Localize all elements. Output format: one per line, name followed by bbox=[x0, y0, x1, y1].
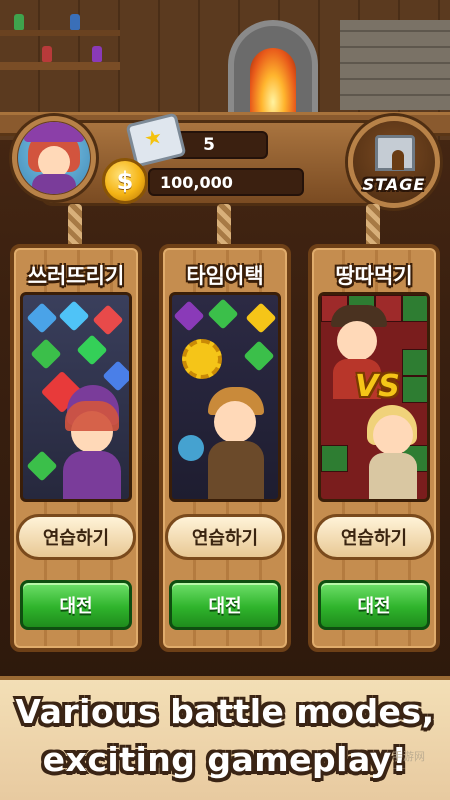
gem-icon bbox=[245, 302, 277, 334]
territory-tile bbox=[402, 349, 427, 376]
gem-icon bbox=[58, 300, 90, 332]
mode-title: 땅따먹기 bbox=[335, 264, 413, 288]
territory-tile bbox=[321, 445, 348, 472]
mode-card-territory: 땅따먹기 VS 연습하기 대전 bbox=[308, 204, 440, 652]
territory-tile bbox=[402, 376, 427, 403]
mode-card-knockdown: 쓰러뜨리기 연습하기 대전 bbox=[10, 204, 142, 652]
pilot-body bbox=[208, 441, 264, 499]
mode-title: 타임어택 bbox=[186, 264, 264, 288]
mode-title: 쓰러뜨리기 bbox=[27, 264, 125, 288]
versus-badge: VS bbox=[355, 369, 400, 404]
blonde-body bbox=[369, 453, 417, 499]
watermark: 手游网 bbox=[392, 750, 425, 763]
blonde-face bbox=[373, 415, 413, 455]
castle-icon bbox=[375, 135, 415, 171]
battle-button[interactable]: 대전 bbox=[169, 580, 281, 630]
gold-amount: 100,000 bbox=[148, 168, 304, 196]
promo-headline-line1: Various battle modes, bbox=[15, 692, 435, 731]
gem-icon bbox=[207, 298, 239, 330]
avatar[interactable] bbox=[18, 122, 90, 194]
battle-button[interactable]: 대전 bbox=[318, 580, 430, 630]
mode-artwork: VS bbox=[318, 292, 430, 502]
gem-icon bbox=[243, 340, 275, 372]
practice-button[interactable]: 연습하기 bbox=[16, 514, 136, 560]
bottle-icon bbox=[14, 14, 24, 30]
practice-button[interactable]: 연습하기 bbox=[165, 514, 285, 560]
gem-icon bbox=[173, 300, 205, 332]
upper-shelf bbox=[0, 30, 120, 36]
territory-tile bbox=[402, 295, 427, 322]
gem-icon bbox=[26, 302, 58, 334]
coin-icon: $ bbox=[102, 158, 148, 204]
star-icon: ★ bbox=[141, 123, 165, 152]
pilot-face bbox=[214, 401, 256, 443]
avatar-body bbox=[32, 174, 76, 194]
lower-shelf bbox=[0, 62, 120, 70]
gem-icon bbox=[26, 450, 58, 482]
stage-label: STAGE bbox=[362, 175, 426, 194]
witch-hair bbox=[65, 401, 119, 431]
avatar-hat bbox=[24, 122, 84, 142]
mode-card-time-attack: 타임어택 연습하기 대전 bbox=[159, 204, 291, 652]
gem-icon bbox=[30, 338, 62, 370]
fire-icon bbox=[250, 48, 296, 120]
stage-button[interactable]: STAGE bbox=[348, 116, 440, 208]
gem-icon bbox=[92, 304, 124, 336]
mode-artwork bbox=[169, 292, 281, 502]
castle-gate bbox=[392, 150, 404, 170]
pirate-face bbox=[337, 321, 377, 361]
practice-button[interactable]: 연습하기 bbox=[314, 514, 434, 560]
stone-wall bbox=[340, 20, 450, 110]
promo-headline-line2: exciting gameplay! bbox=[42, 740, 408, 779]
mode-artwork bbox=[20, 292, 132, 502]
battle-button[interactable]: 대전 bbox=[20, 580, 132, 630]
sun-clock-icon bbox=[182, 339, 222, 379]
spark-icon bbox=[178, 435, 204, 461]
bottle-icon bbox=[42, 46, 52, 62]
gem-icon bbox=[102, 360, 129, 392]
gem-icon bbox=[76, 334, 108, 366]
bottle-icon bbox=[70, 14, 80, 30]
witch-robe bbox=[63, 451, 121, 499]
bottle-icon bbox=[92, 46, 102, 62]
